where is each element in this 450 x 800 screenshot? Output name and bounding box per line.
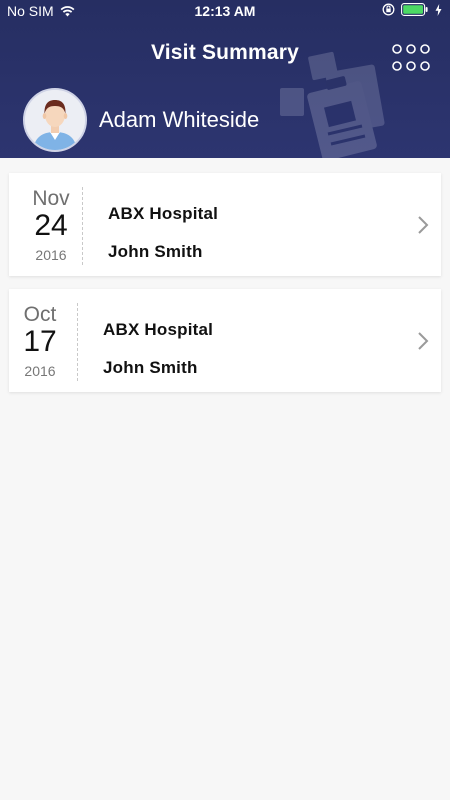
visit-month: Nov [32, 187, 70, 210]
avatar[interactable] [23, 88, 87, 152]
visit-year: 2016 [24, 363, 56, 379]
date-divider [82, 187, 83, 265]
battery-icon [401, 3, 428, 16]
chevron-right-icon [418, 332, 429, 350]
orientation-lock-icon [382, 3, 395, 16]
status-right [382, 3, 442, 16]
status-bar: No SIM 12:13 AM [0, 0, 450, 22]
date-divider [77, 303, 78, 381]
visit-card[interactable]: Nov 24 2016 ABX Hospital John Smith [9, 173, 441, 276]
charging-icon [435, 3, 442, 16]
doctor-name: John Smith [103, 358, 198, 377]
visit-card[interactable]: Oct 17 2016 ABX Hospital John Smith [9, 289, 441, 392]
hospital-name: ABX Hospital [103, 320, 214, 339]
user-name: Adam Whiteside [99, 107, 260, 132]
avatar-icon [25, 90, 85, 150]
visit-day: 17 [23, 325, 57, 358]
menu-grid-icon[interactable] [392, 43, 430, 73]
visit-date: Oct 17 2016 [9, 303, 71, 379]
hospital-name: ABX Hospital [108, 204, 219, 223]
visit-year: 2016 [35, 247, 67, 263]
header: No SIM 12:13 AM Visit Summary Adam White… [0, 0, 450, 158]
visit-day: 24 [34, 209, 68, 242]
visit-month: Oct [23, 303, 57, 326]
doctor-name: John Smith [108, 242, 203, 261]
chevron-right-icon [418, 216, 429, 234]
visit-date: Nov 24 2016 [19, 187, 83, 263]
page-title: Visit Summary [150, 41, 300, 64]
